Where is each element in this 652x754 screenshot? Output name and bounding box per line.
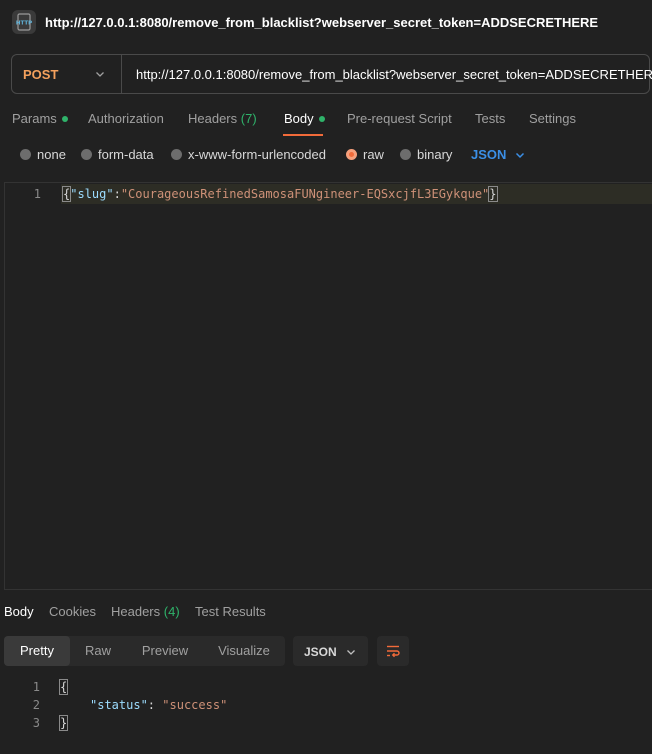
code-line: {"slug":"CourageousRefinedSamosaFUNginee… <box>61 186 498 202</box>
code-line: { <box>58 679 69 695</box>
active-tab-underline <box>283 134 323 136</box>
tab-tests-label: Tests <box>475 111 506 126</box>
tab-params-label: Params <box>12 111 57 126</box>
body-type-form-data-label: form-data <box>98 147 154 162</box>
view-pretty-button[interactable]: Pretty <box>4 636 70 666</box>
response-tab-test-results[interactable]: Test Results <box>195 604 266 619</box>
body-type-options: none form-data x-www-form-urlencoded raw… <box>0 142 652 168</box>
method-select[interactable]: POST <box>12 55 122 93</box>
url-input[interactable]: http://127.0.0.1:8080/remove_from_blackl… <box>136 67 652 82</box>
code-line: "status": "success" <box>90 698 227 712</box>
url-bar: POST http://127.0.0.1:8080/remove_from_b… <box>11 54 652 94</box>
response-format-label: JSON <box>304 645 337 659</box>
radio-icon <box>400 149 411 160</box>
chevron-down-icon <box>94 68 106 83</box>
response-headers-count: (4) <box>163 604 180 619</box>
method-label: POST <box>23 67 59 82</box>
window-title-bar: HTTP http://127.0.0.1:8080/remove_from_b… <box>0 0 652 46</box>
tab-authorization-label: Authorization <box>88 111 164 126</box>
json-key: "slug" <box>70 187 114 201</box>
response-tabs: Body Cookies Headers (4) Test Results <box>0 600 652 626</box>
chevron-down-icon <box>345 646 357 661</box>
body-format-select[interactable]: JSON <box>471 147 526 162</box>
request-tabs: Params Authorization Headers (7) Body Pr… <box>0 104 652 136</box>
json-colon: : <box>113 187 121 201</box>
body-type-form-data[interactable]: form-data <box>81 147 154 162</box>
tab-tests[interactable]: Tests <box>475 111 505 126</box>
radio-icon <box>20 149 31 160</box>
response-format-select[interactable]: JSON <box>293 636 368 666</box>
response-tab-body[interactable]: Body <box>4 604 34 619</box>
headers-count: (7) <box>240 111 257 126</box>
radio-icon <box>171 149 182 160</box>
response-tab-headers-label: Headers <box>111 604 161 619</box>
response-tab-cookies[interactable]: Cookies <box>49 604 96 619</box>
body-format-label: JSON <box>471 147 507 162</box>
tab-headers-label: Headers <box>188 111 238 126</box>
response-tab-headers[interactable]: Headers (4) <box>111 604 180 619</box>
close-brace: } <box>58 715 69 731</box>
close-brace: } <box>488 186 498 202</box>
wrap-lines-button[interactable] <box>377 636 409 666</box>
open-brace: { <box>58 679 69 695</box>
tab-pre-request-script[interactable]: Pre-request Script <box>347 111 452 126</box>
body-type-urlencoded[interactable]: x-www-form-urlencoded <box>171 147 326 162</box>
tab-params[interactable]: Params <box>12 111 68 126</box>
body-type-none[interactable]: none <box>20 147 66 162</box>
http-icon: HTTP <box>12 10 36 34</box>
response-view-group: Pretty Raw Preview Visualize <box>4 636 285 666</box>
body-type-binary[interactable]: binary <box>400 147 452 162</box>
wrap-lines-icon <box>385 643 401 659</box>
radio-selected-icon <box>346 149 357 160</box>
body-type-none-label: none <box>37 147 66 162</box>
json-value: "success" <box>162 698 228 712</box>
body-type-urlencoded-label: x-www-form-urlencoded <box>188 147 326 162</box>
json-colon: : <box>147 698 156 712</box>
body-type-binary-label: binary <box>417 147 453 162</box>
json-key: "status" <box>90 698 148 712</box>
view-preview-button[interactable]: Preview <box>128 636 202 666</box>
tab-pre-request-script-label: Pre-request Script <box>347 111 452 126</box>
response-body-viewer[interactable]: 1 2 3 { "status": "success" } <box>0 676 652 754</box>
line-number: 3 <box>32 716 40 730</box>
code-line: } <box>58 715 69 731</box>
svg-text:HTTP: HTTP <box>16 21 32 27</box>
chevron-down-icon <box>514 149 526 161</box>
body-type-raw[interactable]: raw <box>346 147 384 162</box>
body-type-raw-label: raw <box>363 147 384 162</box>
params-indicator-dot <box>61 115 68 122</box>
json-value: "CourageousRefinedSamosaFUNgineer-EQSxcj… <box>120 187 490 201</box>
view-raw-button[interactable]: Raw <box>72 636 124 666</box>
tab-authorization[interactable]: Authorization <box>88 111 164 126</box>
line-number: 1 <box>32 680 40 694</box>
tab-settings[interactable]: Settings <box>529 111 576 126</box>
request-body-editor[interactable]: 1 {"slug":"CourageousRefinedSamosaFUNgin… <box>4 182 652 590</box>
tab-body-label: Body <box>284 111 314 126</box>
body-indicator-dot <box>318 115 325 122</box>
line-number: 2 <box>32 698 40 712</box>
view-visualize-button[interactable]: Visualize <box>208 636 280 666</box>
tab-settings-label: Settings <box>529 111 576 126</box>
tab-body[interactable]: Body <box>284 111 325 126</box>
radio-icon <box>81 149 92 160</box>
request-title[interactable]: http://127.0.0.1:8080/remove_from_blackl… <box>45 15 598 30</box>
line-number: 1 <box>33 187 41 201</box>
tab-headers[interactable]: Headers (7) <box>188 111 257 126</box>
